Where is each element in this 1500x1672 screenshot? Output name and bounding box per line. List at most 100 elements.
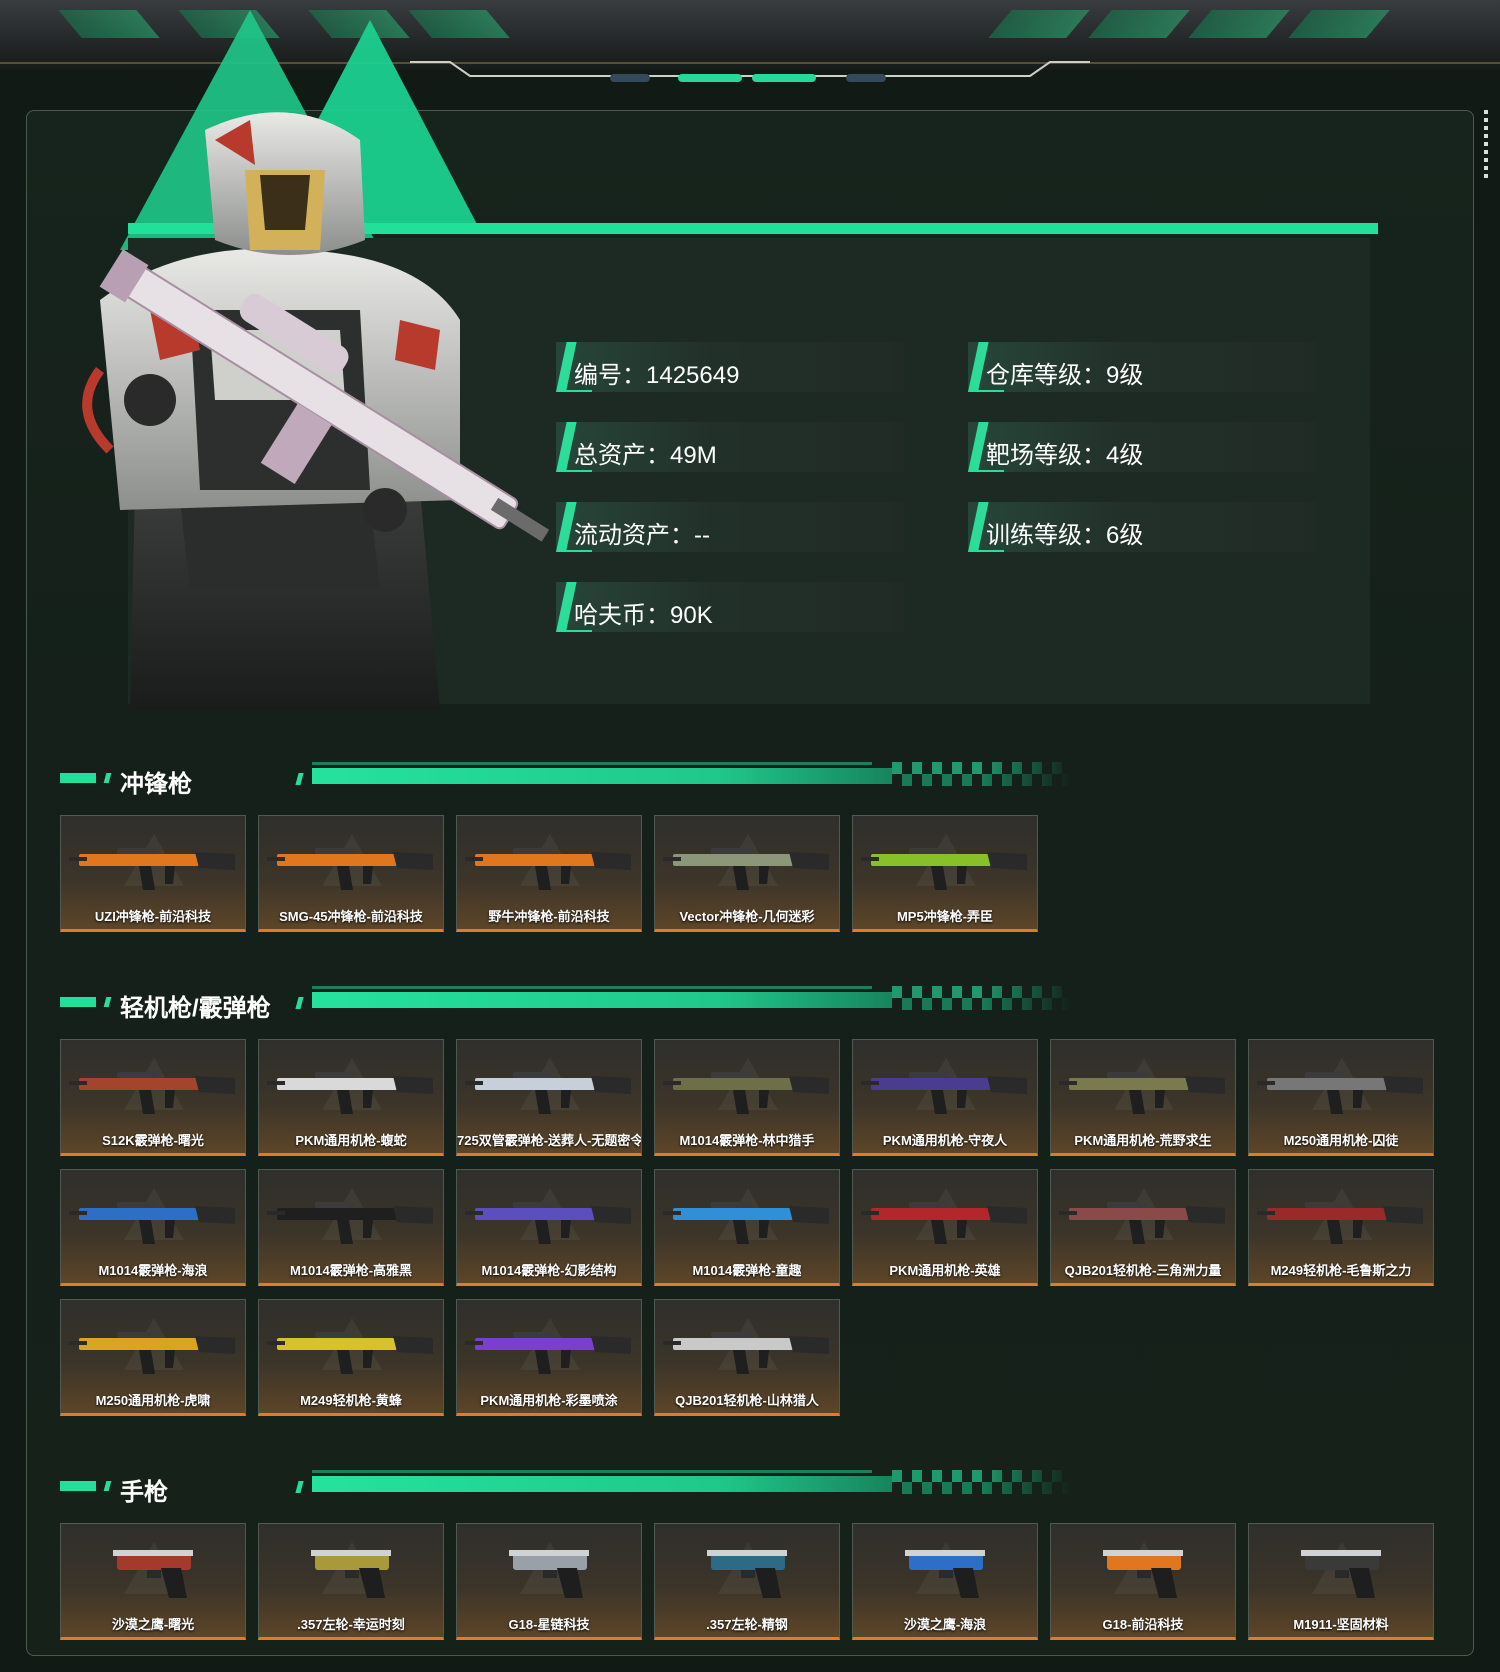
weapon-name: M1014霰弹枪-海浪 [98,1263,208,1278]
weapon-card[interactable]: M1014霰弹枪-幻影结构 [456,1169,642,1286]
section-header-pistol: 手枪 [60,1468,1072,1508]
banner-stripe [1188,10,1290,38]
weapon-name: SMG-45冲锋枪-前沿科技 [279,909,423,924]
weapon-name: 725双管霰弹枪-送葬人-无题密令 [457,1133,642,1148]
stat-text: 流动资产：-- [574,522,710,549]
weapon-image [663,1202,829,1244]
weapon-image [69,1332,235,1374]
weapon-card[interactable]: QJB201轻机枪-山林猎人 [654,1299,840,1416]
weapon-image [465,1332,631,1374]
weapon-card[interactable]: PKM通用机枪-荒野求生 [1050,1039,1236,1156]
weapon-image [905,1550,985,1598]
weapon-image [707,1550,787,1598]
weapon-name: PKM通用机枪-英雄 [889,1263,1001,1278]
weapon-card[interactable]: PKM通用机枪-蝮蛇 [258,1039,444,1156]
weapon-name: 沙漠之鹰-海浪 [903,1617,987,1632]
operator-avatar [82,112,550,710]
section-title: 轻机枪/霰弹枪 [120,995,271,1022]
section-header-smg: 冲锋枪 [60,760,1072,800]
weapon-name: M249轻机枪-毛鲁斯之力 [1270,1263,1412,1278]
weapon-card[interactable]: PKM通用机枪-彩墨喷涂 [456,1299,642,1416]
section-title: 冲锋枪 [120,771,192,798]
weapon-image [465,848,631,890]
weapon-image [1059,1202,1225,1244]
weapon-card[interactable]: PKM通用机枪-英雄 [852,1169,1038,1286]
weapon-card[interactable]: 野牛冲锋枪-前沿科技 [456,815,642,932]
weapon-image [69,848,235,890]
weapon-image [1257,1072,1423,1114]
weapon-name: .357左轮-精钢 [706,1617,788,1632]
weapon-card[interactable]: M249轻机枪-毛鲁斯之力 [1248,1169,1434,1286]
weapon-name: PKM通用机枪-彩墨喷涂 [480,1393,618,1408]
stat-text: 编号：1425649 [574,362,740,389]
weapon-card[interactable]: Vector冲锋枪-几何迷彩 [654,815,840,932]
weapon-name: M1911-坚固材料 [1293,1617,1389,1632]
weapon-card[interactable]: .357左轮-幸运时刻 [258,1523,444,1640]
weapon-image [267,848,433,890]
weapon-image [861,1202,1027,1244]
weapon-image [509,1550,589,1598]
weapon-image [267,1202,433,1244]
weapon-name: G18-前沿科技 [1102,1617,1184,1632]
weapon-name: .357左轮-幸运时刻 [297,1617,405,1632]
banner-stripe [988,10,1090,38]
weapon-card[interactable]: QJB201轻机枪-三角洲力量 [1050,1169,1236,1286]
banner-stripe [1088,10,1190,38]
stat-warehouse-level: 仓库等级：9级 [968,342,1316,392]
scroll-indicator[interactable] [1484,110,1488,180]
stat-text: 训练等级：6级 [986,522,1144,549]
weapon-card[interactable]: S12K霰弹枪-曙光 [60,1039,246,1156]
weapon-card[interactable]: M250通用机枪-虎啸 [60,1299,246,1416]
stat-text: 哈夫币：90K [574,602,713,629]
weapon-image [465,1202,631,1244]
weapon-name: M250通用机枪-虎啸 [95,1393,211,1408]
weapon-name: M1014霰弹枪-童趣 [692,1263,802,1278]
weapon-name: QJB201轻机枪-山林猎人 [675,1393,819,1408]
weapon-card[interactable]: PKM通用机枪-守夜人 [852,1039,1038,1156]
weapon-name: M1014霰弹枪-高雅黑 [289,1263,413,1278]
weapon-card[interactable]: G18-前沿科技 [1050,1523,1236,1640]
stat-player-id: 编号：1425649 [556,342,904,392]
weapon-name: M1014霰弹枪-林中猎手 [679,1133,815,1148]
weapon-card[interactable]: M1014霰弹枪-高雅黑 [258,1169,444,1286]
weapon-name: PKM通用机枪-蝮蛇 [295,1133,407,1148]
weapon-image [311,1550,391,1598]
weapon-name: UZI冲锋枪-前沿科技 [94,909,212,924]
weapon-name: PKM通用机枪-荒野求生 [1074,1133,1212,1148]
weapon-card[interactable]: G18-星链科技 [456,1523,642,1640]
stat-text: 靶场等级：4级 [986,442,1144,469]
weapon-image [1301,1550,1381,1598]
weapon-name: S12K霰弹枪-曙光 [102,1133,204,1148]
weapon-name: MP5冲锋枪-弄臣 [896,909,994,924]
stat-liquid-assets: 流动资产：-- [556,502,904,552]
weapon-image [267,1072,433,1114]
weapon-card[interactable]: 沙漠之鹰-海浪 [852,1523,1038,1640]
weapon-card[interactable]: 725双管霰弹枪-送葬人-无题密令 [456,1039,642,1156]
weapon-image [113,1550,193,1598]
weapon-name: QJB201轻机枪-三角洲力量 [1064,1263,1222,1278]
weapon-image [1059,1072,1225,1114]
stat-training-level: 训练等级：6级 [968,502,1316,552]
weapon-name: M249轻机枪-黄蜂 [300,1393,402,1408]
weapon-card[interactable]: MP5冲锋枪-弄臣 [852,815,1038,932]
weapon-card[interactable]: UZI冲锋枪-前沿科技 [60,815,246,932]
weapon-name: Vector冲锋枪-几何迷彩 [679,909,815,924]
weapon-card[interactable]: 沙漠之鹰-曙光 [60,1523,246,1640]
weapon-card[interactable]: M1911-坚固材料 [1248,1523,1434,1640]
weapon-card[interactable]: SMG-45冲锋枪-前沿科技 [258,815,444,932]
weapon-name: PKM通用机枪-守夜人 [882,1133,1008,1148]
weapon-image [465,1072,631,1114]
weapon-card[interactable]: M249轻机枪-黄蜂 [258,1299,444,1416]
weapon-card[interactable]: .357左轮-精钢 [654,1523,840,1640]
weapon-image [861,1072,1027,1114]
weapon-card[interactable]: M250通用机枪-囚徒 [1248,1039,1434,1156]
weapon-image [663,848,829,890]
stat-text: 仓库等级：9级 [986,362,1144,389]
weapon-image [861,848,1027,890]
weapon-image [69,1072,235,1114]
weapon-card[interactable]: M1014霰弹枪-童趣 [654,1169,840,1286]
weapon-card[interactable]: M1014霰弹枪-海浪 [60,1169,246,1286]
stat-text: 总资产：49M [574,442,717,469]
weapon-image [69,1202,235,1244]
weapon-card[interactable]: M1014霰弹枪-林中猎手 [654,1039,840,1156]
